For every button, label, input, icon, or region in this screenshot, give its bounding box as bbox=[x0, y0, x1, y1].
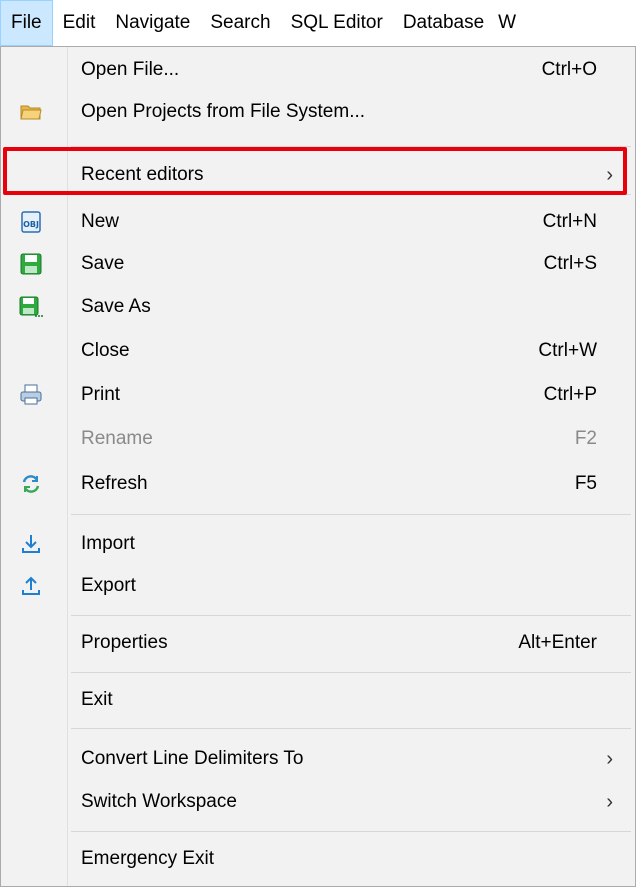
menu-item-label: Export bbox=[81, 575, 136, 596]
menu-item-save-as[interactable]: Save As bbox=[1, 287, 635, 327]
menu-item-rename: Rename F2 bbox=[1, 419, 635, 459]
menu-item-label: Open Projects from File System... bbox=[81, 101, 366, 122]
menubar-navigate[interactable]: Navigate bbox=[105, 0, 200, 46]
menu-item-open-file[interactable]: Open File... Ctrl+O bbox=[1, 50, 635, 90]
menu-separator bbox=[71, 728, 631, 729]
menu-item-label: Convert Line Delimiters To bbox=[81, 748, 304, 769]
menu-item-open-projects[interactable]: Open Projects from File System... bbox=[1, 92, 635, 132]
menubar: File Edit Navigate Search SQL Editor Dat… bbox=[0, 0, 637, 46]
menubar-sql-editor[interactable]: SQL Editor bbox=[281, 0, 393, 46]
menu-item-close[interactable]: Close Ctrl+W bbox=[1, 331, 635, 371]
export-icon bbox=[17, 572, 45, 600]
menu-item-emergency-exit[interactable]: Emergency Exit bbox=[1, 839, 635, 879]
svg-text:OBJ: OBJ bbox=[23, 220, 39, 229]
menu-item-label: Refresh bbox=[81, 473, 148, 494]
menubar-window[interactable]: W bbox=[494, 0, 526, 46]
menu-item-import[interactable]: Import bbox=[1, 524, 635, 564]
menu-item-label: Rename bbox=[81, 428, 153, 449]
menubar-edit[interactable]: Edit bbox=[53, 0, 106, 46]
folder-icon bbox=[17, 98, 45, 126]
menu-item-shortcut: F5 bbox=[574, 473, 597, 494]
menu-item-label: New bbox=[81, 211, 120, 232]
menu-item-label: Save As bbox=[81, 296, 151, 317]
menu-item-shortcut: Ctrl+P bbox=[543, 384, 597, 405]
menu-item-shortcut: Ctrl+W bbox=[538, 340, 597, 361]
menu-item-switch-workspace[interactable]: Switch Workspace › bbox=[1, 782, 635, 822]
menu-item-label: Close bbox=[81, 340, 130, 361]
menubar-search[interactable]: Search bbox=[200, 0, 280, 46]
menu-item-shortcut: Ctrl+N bbox=[542, 211, 597, 232]
submenu-arrow-icon: › bbox=[606, 747, 613, 770]
menu-item-label: Import bbox=[81, 533, 135, 554]
menu-item-shortcut: F2 bbox=[574, 428, 597, 449]
menu-item-shortcut: Ctrl+O bbox=[541, 59, 597, 80]
menu-item-shortcut: Ctrl+S bbox=[543, 253, 597, 274]
save-icon bbox=[17, 250, 45, 278]
menu-item-exit[interactable]: Exit bbox=[1, 680, 635, 720]
submenu-arrow-icon: › bbox=[606, 790, 613, 813]
menubar-database[interactable]: Database bbox=[393, 0, 494, 46]
menu-item-label: Emergency Exit bbox=[81, 848, 215, 869]
menu-separator bbox=[71, 672, 631, 673]
print-icon bbox=[17, 381, 45, 409]
menu-item-convert-line-delimiters[interactable]: Convert Line Delimiters To › bbox=[1, 739, 635, 779]
highlight-annotation-box bbox=[3, 147, 627, 195]
menu-separator bbox=[71, 615, 631, 616]
save-as-icon bbox=[17, 293, 45, 321]
menu-item-label: Open File... bbox=[81, 59, 180, 80]
menu-item-label: Exit bbox=[81, 689, 113, 710]
import-icon bbox=[17, 530, 45, 558]
menu-item-new[interactable]: OBJ New Ctrl+N bbox=[1, 202, 635, 242]
new-obj-icon: OBJ bbox=[17, 208, 45, 236]
refresh-icon bbox=[17, 470, 45, 498]
menu-separator bbox=[71, 831, 631, 832]
menu-item-print[interactable]: Print Ctrl+P bbox=[1, 375, 635, 415]
menu-item-export[interactable]: Export bbox=[1, 566, 635, 606]
menu-item-shortcut: Alt+Enter bbox=[518, 632, 597, 653]
menu-item-properties[interactable]: Properties Alt+Enter bbox=[1, 623, 635, 663]
menu-item-refresh[interactable]: Refresh F5 bbox=[1, 464, 635, 504]
menu-item-save[interactable]: Save Ctrl+S bbox=[1, 244, 635, 284]
menu-item-label: Print bbox=[81, 384, 121, 405]
menu-item-label: Switch Workspace bbox=[81, 791, 237, 812]
menubar-file[interactable]: File bbox=[0, 0, 53, 46]
menu-item-label: Save bbox=[81, 253, 125, 274]
menu-item-label: Properties bbox=[81, 632, 168, 653]
menu-separator bbox=[71, 514, 631, 515]
